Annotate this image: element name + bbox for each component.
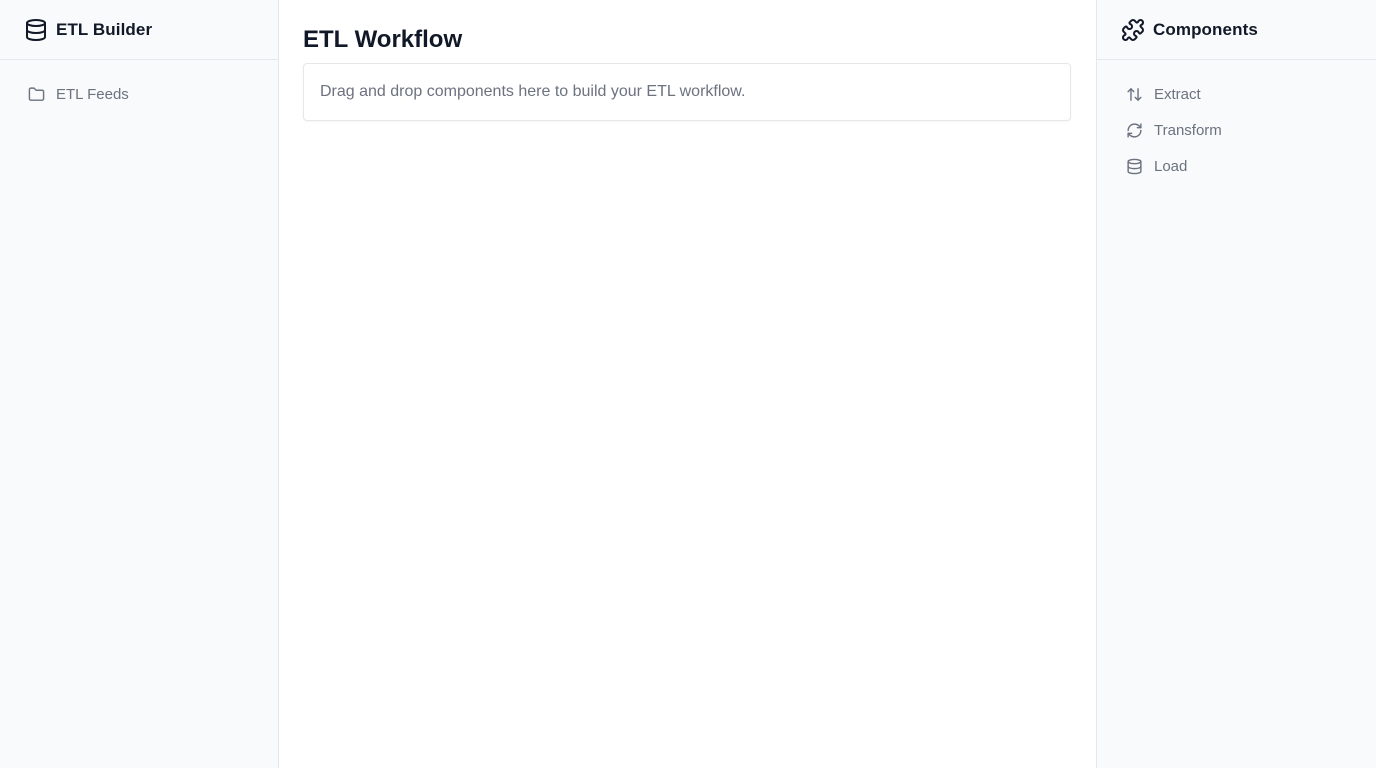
database-icon bbox=[1125, 157, 1143, 175]
components-header: Components bbox=[1097, 0, 1376, 60]
component-label: Extract bbox=[1154, 85, 1201, 103]
component-load[interactable]: Load bbox=[1097, 154, 1376, 178]
component-label: Transform bbox=[1154, 121, 1222, 139]
components-sidebar: Components Extract Transform Load bbox=[1096, 0, 1376, 768]
component-extract[interactable]: Extract bbox=[1097, 82, 1376, 106]
folder-icon bbox=[27, 85, 45, 103]
sidebar-item-label: ETL Feeds bbox=[56, 85, 129, 103]
app-title: ETL Builder bbox=[56, 19, 153, 39]
component-label: Load bbox=[1154, 157, 1188, 175]
arrows-up-down-icon bbox=[1125, 85, 1143, 103]
workflow-canvas: ETL Workflow Drag and drop components he… bbox=[279, 0, 1096, 768]
database-icon bbox=[24, 18, 48, 42]
puzzle-icon bbox=[1121, 18, 1145, 42]
dropzone-hint: Drag and drop components here to build y… bbox=[320, 83, 746, 100]
app-window: ETL Builder ETL Feeds ETL Workflow Drag … bbox=[0, 0, 1376, 768]
page-title: ETL Workflow bbox=[303, 26, 463, 53]
feeds-nav: ETL Feeds bbox=[0, 60, 278, 106]
workflow-dropzone[interactable]: Drag and drop components here to build y… bbox=[303, 63, 1071, 121]
component-transform[interactable]: Transform bbox=[1097, 118, 1376, 142]
components-title: Components bbox=[1153, 19, 1258, 39]
components-list: Extract Transform Load bbox=[1097, 60, 1376, 178]
left-sidebar-header: ETL Builder bbox=[0, 0, 278, 60]
refresh-icon bbox=[1125, 121, 1143, 139]
sidebar-item-etl-feeds[interactable]: ETL Feeds bbox=[0, 82, 278, 106]
left-sidebar: ETL Builder ETL Feeds bbox=[0, 0, 279, 768]
